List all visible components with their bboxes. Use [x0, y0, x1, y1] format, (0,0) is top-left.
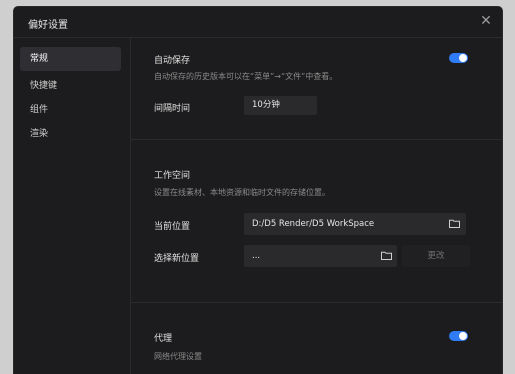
new-location-field[interactable]: ... [244, 245, 397, 267]
dialog-titlebar: 偏好设置 ✕ [14, 7, 502, 38]
current-location-field: D:/D5 Render/D5 WorkSpace [244, 213, 466, 235]
sidebar-item-rendering[interactable]: 渲染 [20, 122, 121, 146]
folder-icon[interactable] [381, 251, 392, 260]
workspace-title: 工作空间 [154, 171, 191, 181]
change-button[interactable]: 更改 [402, 245, 470, 267]
sidebar: 常规 快捷键 组件 渲染 [14, 38, 131, 374]
dialog-title: 偏好设置 [28, 20, 68, 31]
interval-label: 间隔时间 [154, 104, 191, 114]
workspace-description: 设置在线素材、本地资源和临时文件的存储位置。 [154, 188, 330, 197]
section-divider [131, 302, 502, 303]
settings-content: 自动保存 自动保存的历史版本可以在“菜单”→“文件”中查看。 间隔时间 10分钟… [131, 38, 502, 374]
new-location-value: ... [252, 251, 261, 261]
new-location-label: 选择新位置 [154, 254, 200, 264]
autosave-description: 自动保存的历史版本可以在“菜单”→“文件”中查看。 [154, 72, 338, 81]
proxy-description: 网络代理设置 [154, 352, 202, 361]
folder-icon[interactable] [449, 219, 460, 228]
section-divider [131, 139, 502, 140]
sidebar-item-components[interactable]: 组件 [20, 98, 121, 122]
sidebar-item-general[interactable]: 常规 [20, 47, 121, 71]
autosave-title: 自动保存 [154, 56, 191, 66]
current-location-value: D:/D5 Render/D5 WorkSpace [252, 219, 375, 229]
toggle-knob [459, 332, 467, 340]
current-location-label: 当前位置 [154, 222, 191, 232]
autosave-toggle[interactable] [449, 53, 468, 63]
preferences-dialog: 偏好设置 ✕ 常规 快捷键 组件 渲染 自动保存 自动保存的历史版本可以在“菜单… [14, 7, 502, 374]
sidebar-item-shortcuts[interactable]: 快捷键 [20, 74, 121, 98]
proxy-title: 代理 [154, 334, 173, 344]
close-icon[interactable]: ✕ [480, 14, 492, 28]
interval-select[interactable]: 10分钟 [244, 96, 317, 115]
proxy-toggle[interactable] [449, 331, 468, 341]
toggle-knob [459, 54, 467, 62]
